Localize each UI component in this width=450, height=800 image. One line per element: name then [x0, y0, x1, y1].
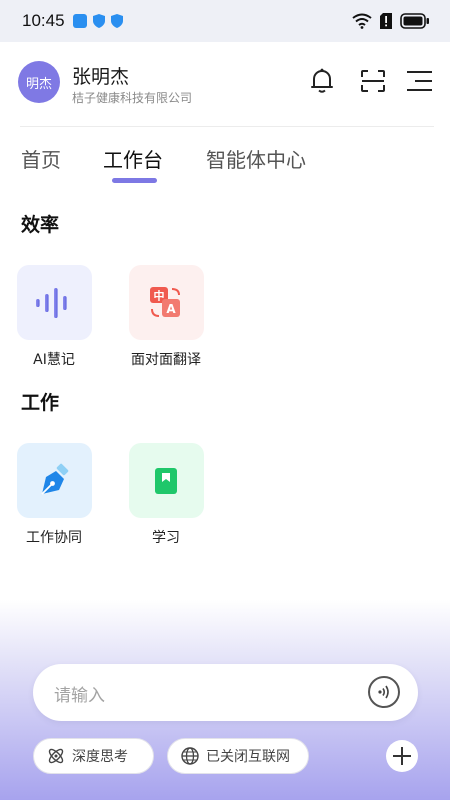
chat-input-placeholder: 请输入 [54, 686, 105, 706]
tab-home[interactable]: 首页 [21, 144, 61, 173]
tile-icon-box [16, 265, 92, 340]
globe-icon [181, 747, 199, 765]
chat-input[interactable]: 请输入 [33, 664, 418, 721]
voice-input-button[interactable] [368, 676, 400, 708]
svg-text:中: 中 [154, 288, 165, 302]
atom-icon [48, 748, 64, 764]
shield-icon [92, 14, 105, 28]
notification-app-icon [72, 14, 87, 28]
deep-think-toggle[interactable]: 深度思考 [33, 738, 154, 774]
tile-label: 学习 [152, 530, 180, 546]
menu-button[interactable] [404, 66, 434, 96]
tile-icon-box: 中 A [128, 265, 204, 340]
tile-label: AI慧记 [33, 352, 75, 368]
section-title-efficiency: 效率 [21, 214, 60, 236]
book-icon [155, 467, 177, 494]
tile-ai-notes[interactable]: AI慧记 [0, 265, 109, 369]
scan-icon [361, 70, 385, 92]
user-name: 张明杰 [72, 66, 130, 88]
status-time: 10:45 [22, 11, 65, 30]
tile-face-to-face-translate[interactable]: 中 A 面对面翻译 [111, 265, 221, 369]
translate-icon: 中 A [150, 286, 180, 317]
deep-think-label: 深度思考 [72, 749, 128, 765]
company-name: 桔子健康科技有限公司 [72, 91, 193, 105]
internet-label: 已关闭互联网 [206, 749, 290, 765]
pen-nib-icon [41, 463, 69, 495]
shield-icon [110, 14, 123, 28]
profile-header: 明杰 张明杰 桔子健康科技有限公司 [0, 42, 450, 126]
tile-work-collaboration[interactable]: 工作协同 [0, 443, 109, 547]
tile-study[interactable]: 学习 [111, 443, 221, 547]
tab-workbench[interactable]: 工作台 [103, 144, 163, 173]
tile-label: 工作协同 [26, 530, 82, 546]
tab-agent-center[interactable]: 智能体中心 [206, 144, 306, 173]
avatar[interactable]: 明杰 [18, 61, 60, 103]
sim-alert-icon [380, 13, 392, 29]
tile-label: 面对面翻译 [131, 352, 201, 368]
active-tab-indicator [112, 178, 157, 183]
voice-wave-icon [36, 287, 67, 318]
section-title-work: 工作 [21, 392, 60, 414]
menu-icon [407, 71, 432, 91]
plus-icon [393, 747, 411, 765]
notification-button[interactable] [307, 66, 337, 96]
svg-text:A: A [166, 302, 176, 316]
add-button[interactable] [386, 740, 418, 772]
wifi-icon [352, 13, 372, 29]
main-tabs: 首页 工作台 智能体中心 [0, 138, 450, 188]
battery-icon [400, 13, 429, 29]
scan-button[interactable] [358, 66, 388, 96]
header-divider [20, 126, 434, 127]
tile-icon-box [16, 443, 92, 518]
internet-toggle[interactable]: 已关闭互联网 [167, 738, 309, 774]
voice-icon [378, 685, 389, 699]
bell-icon [311, 68, 333, 93]
status-bar: 10:45 [0, 0, 450, 42]
tile-icon-box [128, 443, 204, 518]
